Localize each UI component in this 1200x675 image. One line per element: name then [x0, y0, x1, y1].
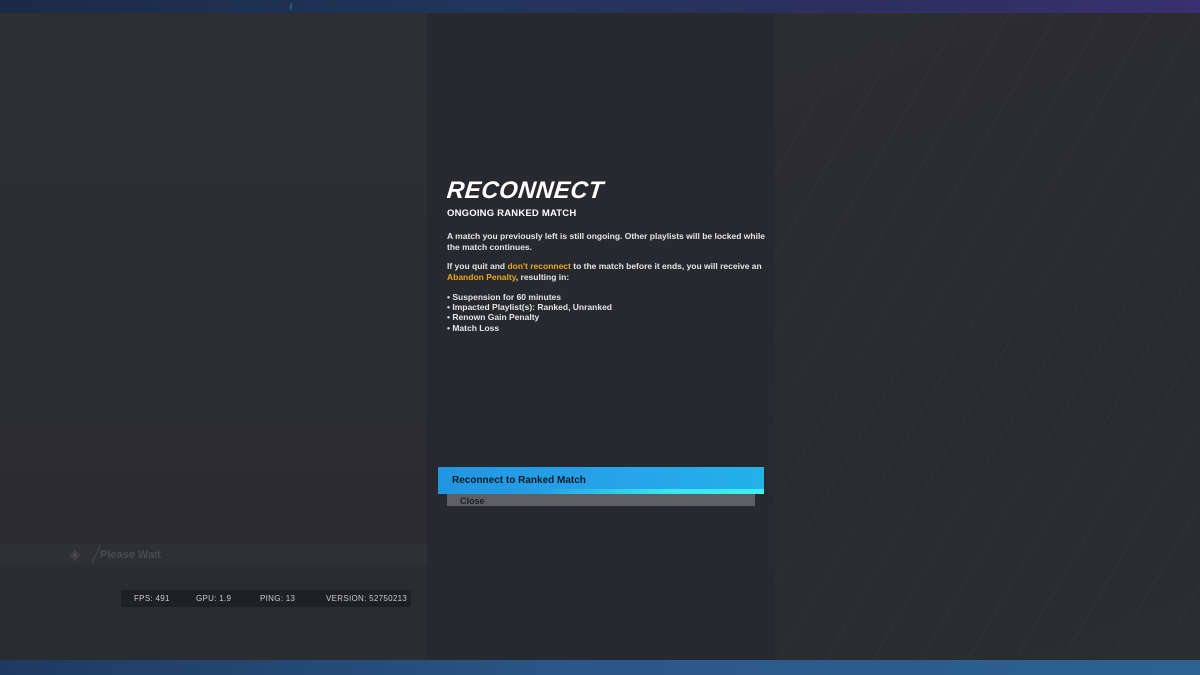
dialog-title: RECONNECT [445, 177, 605, 204]
fps-stat: FPS: 491 [134, 594, 170, 603]
right-background-streaks [775, 13, 1200, 660]
reconnect-dialog-panel [427, 13, 775, 660]
version-stat: VERSION: 52750213 [326, 594, 408, 603]
reconnect-button[interactable]: Reconnect to Ranked Match [438, 467, 764, 494]
siege-logo-icon: ◈ [69, 546, 81, 562]
close-button[interactable]: Close [447, 493, 755, 506]
paragraph-2-text: to the match before it ends, you will re… [570, 261, 762, 271]
paragraph-2-text: , resulting in: [515, 271, 570, 282]
gpu-stat: GPU: 1.9 [196, 594, 232, 603]
dont-reconnect-highlight: don't reconnect [507, 261, 571, 271]
dialog-paragraph-2: If you quit and don't reconnect to the m… [447, 261, 767, 282]
close-button-label: Close [460, 495, 485, 506]
dialog-subtitle: ONGOING RANKED MATCH [447, 208, 577, 219]
ping-stat: PING: 13 [260, 594, 296, 603]
button-glow [438, 489, 764, 494]
list-item: Suspension for 60 minutes [447, 292, 767, 302]
abandon-penalty-highlight: Abandon Penalty [447, 271, 516, 282]
please-wait-label: Please Wait [100, 548, 161, 561]
list-item: Renown Gain Penalty [447, 312, 767, 322]
list-item: Match Loss [447, 323, 767, 333]
list-item: Impacted Playlist(s): Ranked, Unranked [447, 302, 767, 312]
game-screen: ◈ Please Wait FPS: 491 GPU: 1.9 PING: 13… [0, 0, 1200, 675]
dialog-paragraph-1: A match you previously left is still ong… [447, 231, 766, 252]
paragraph-2-text: If you quit and [447, 261, 508, 271]
bottom-strip [0, 660, 1200, 675]
penalty-list: Suspension for 60 minutes Impacted Playl… [447, 292, 767, 333]
reconnect-button-label: Reconnect to Ranked Match [452, 475, 586, 486]
performance-stats-bar: FPS: 491 GPU: 1.9 PING: 13 VERSION: 5275… [121, 590, 411, 607]
top-strip-accent [290, 0, 292, 13]
status-bar-divider [92, 544, 100, 565]
background-status-bar: ◈ Please Wait [0, 544, 427, 565]
top-strip [0, 0, 1200, 13]
